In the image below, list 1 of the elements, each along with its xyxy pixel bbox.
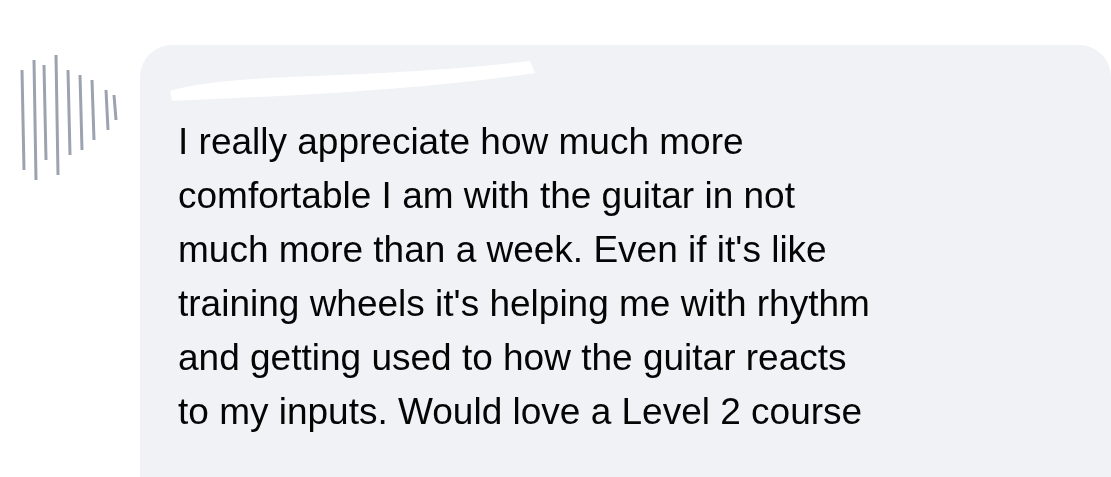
comment-text: I really appreciate how much more comfortable I am with the guitar in not much more than a week. Even if it's like training wheels it's helping me with rhythm and getting used to how the guitar reacts to my inputs. Would love a Level 2 course bbox=[178, 120, 871, 434]
